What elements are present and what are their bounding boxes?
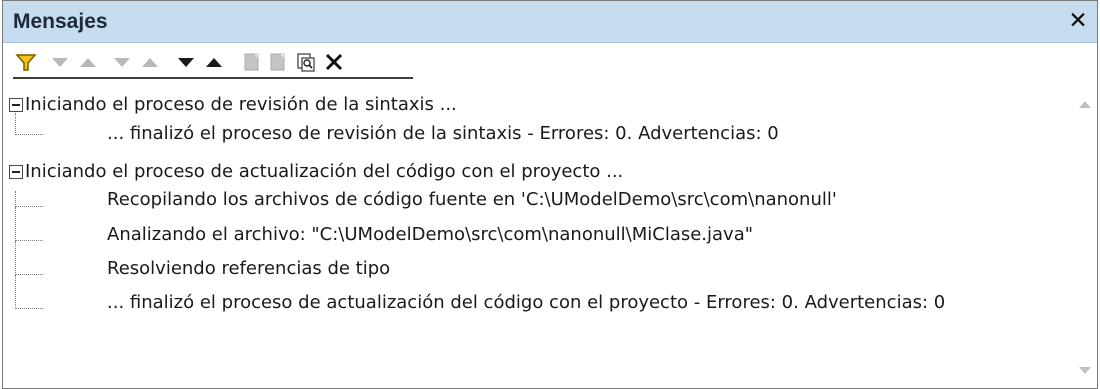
previous-message-button[interactable]	[203, 51, 225, 73]
panel-title: Mensajes	[13, 10, 108, 33]
next-warning-button[interactable]	[111, 51, 133, 73]
close-icon: ✕	[1068, 8, 1088, 34]
tree-connector	[15, 207, 43, 241]
previous-message-icon	[206, 58, 222, 67]
next-message-button[interactable]	[175, 51, 197, 73]
next-error-button[interactable]	[49, 51, 71, 73]
message-item[interactable]: ... finalizó el proceso de actualización…	[107, 290, 945, 316]
copy-selected-button[interactable]	[241, 51, 263, 73]
filter-icon	[15, 54, 37, 71]
collapse-toggle-syntax-check[interactable]	[9, 98, 23, 112]
group-header[interactable]: Iniciando el proceso de revisión de la s…	[25, 92, 457, 118]
messages-window: Mensajes ✕ Iniciando el proceso de revis…	[2, 0, 1098, 389]
message-item[interactable]: Recopilando los archivos de código fuent…	[107, 187, 837, 213]
previous-warning-button[interactable]	[139, 51, 161, 73]
message-item[interactable]: Resolviendo referencias de tipo	[107, 256, 390, 282]
message-item[interactable]: Analizando el archivo: "C:\UModelDemo\sr…	[107, 222, 753, 248]
toolbar-separator	[13, 77, 413, 79]
next-message-icon	[178, 58, 194, 67]
tree-connector	[15, 113, 43, 135]
find-icon	[297, 53, 315, 72]
previous-error-icon	[80, 58, 96, 67]
next-warning-icon	[114, 58, 130, 67]
messages-list: Iniciando el proceso de revisión de la s…	[3, 91, 1075, 388]
find-button[interactable]	[295, 51, 317, 73]
next-error-icon	[52, 58, 68, 67]
group-header[interactable]: Iniciando el proceso de actualización de…	[25, 159, 623, 185]
tree-connector	[15, 241, 43, 275]
clear-icon	[325, 53, 343, 71]
vertical-scrollbar[interactable]	[1073, 91, 1097, 388]
copy-selected-icon	[244, 53, 259, 71]
filter-button[interactable]	[15, 51, 37, 73]
previous-error-button[interactable]	[77, 51, 99, 73]
message-item[interactable]: ... finalizó el proceso de revisión de l…	[107, 121, 779, 147]
title-bar: Mensajes ✕	[3, 1, 1097, 43]
scroll-up-icon[interactable]	[1079, 101, 1091, 108]
scroll-down-icon[interactable]	[1079, 367, 1091, 374]
close-button[interactable]: ✕	[1065, 7, 1091, 35]
copy-all-button[interactable]	[267, 51, 289, 73]
tree-connector	[15, 191, 43, 207]
collapse-toggle-code-update[interactable]	[9, 165, 23, 179]
copy-all-icon	[270, 53, 285, 71]
clear-button[interactable]	[323, 51, 345, 73]
tree-connector	[15, 275, 43, 309]
previous-warning-icon	[142, 58, 158, 67]
toolbar	[3, 43, 1097, 91]
